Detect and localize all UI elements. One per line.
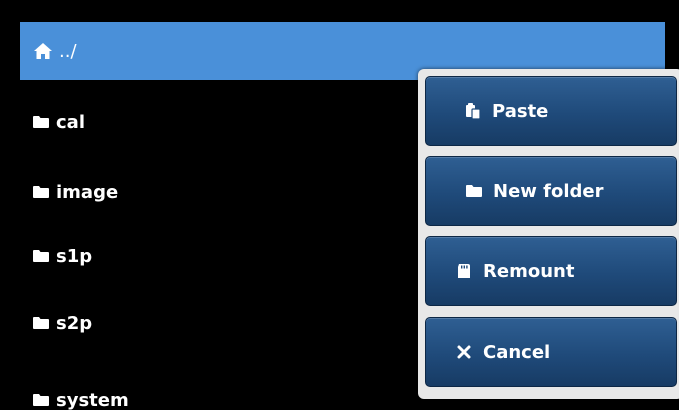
folder-label: image bbox=[56, 181, 119, 203]
folder-icon bbox=[32, 115, 50, 129]
folder-item-cal[interactable]: cal bbox=[20, 102, 85, 142]
folder-icon bbox=[465, 182, 483, 200]
sd-card-icon bbox=[455, 262, 473, 280]
remount-label: Remount bbox=[483, 260, 575, 282]
new-folder-button[interactable]: New folder bbox=[425, 156, 677, 226]
folder-item-s1p[interactable]: s1p bbox=[20, 236, 92, 276]
paste-icon bbox=[464, 102, 482, 120]
close-icon bbox=[455, 343, 473, 361]
remount-button[interactable]: Remount bbox=[425, 236, 677, 306]
context-menu: Paste New folder Remount Cancel bbox=[418, 69, 679, 399]
cancel-button[interactable]: Cancel bbox=[425, 317, 677, 387]
folder-icon bbox=[32, 393, 50, 407]
new-folder-label: New folder bbox=[493, 180, 604, 202]
paste-button[interactable]: Paste bbox=[425, 76, 677, 146]
file-browser-screen: ../ cal image s1p s2p system Paste New f… bbox=[0, 0, 679, 410]
paste-label: Paste bbox=[492, 100, 549, 122]
home-icon bbox=[33, 42, 53, 60]
folder-label: cal bbox=[56, 111, 85, 133]
folder-label: s2p bbox=[56, 312, 93, 334]
folder-item-system[interactable]: system bbox=[20, 380, 129, 410]
folder-label: system bbox=[56, 389, 129, 410]
folder-item-image[interactable]: image bbox=[20, 172, 118, 212]
folder-item-s2p[interactable]: s2p bbox=[20, 303, 92, 343]
folder-icon bbox=[32, 185, 50, 199]
folder-icon bbox=[32, 249, 50, 263]
folder-icon bbox=[32, 316, 50, 330]
folder-label: s1p bbox=[56, 245, 93, 267]
parent-directory-label: ../ bbox=[59, 40, 77, 62]
cancel-label: Cancel bbox=[483, 341, 551, 363]
